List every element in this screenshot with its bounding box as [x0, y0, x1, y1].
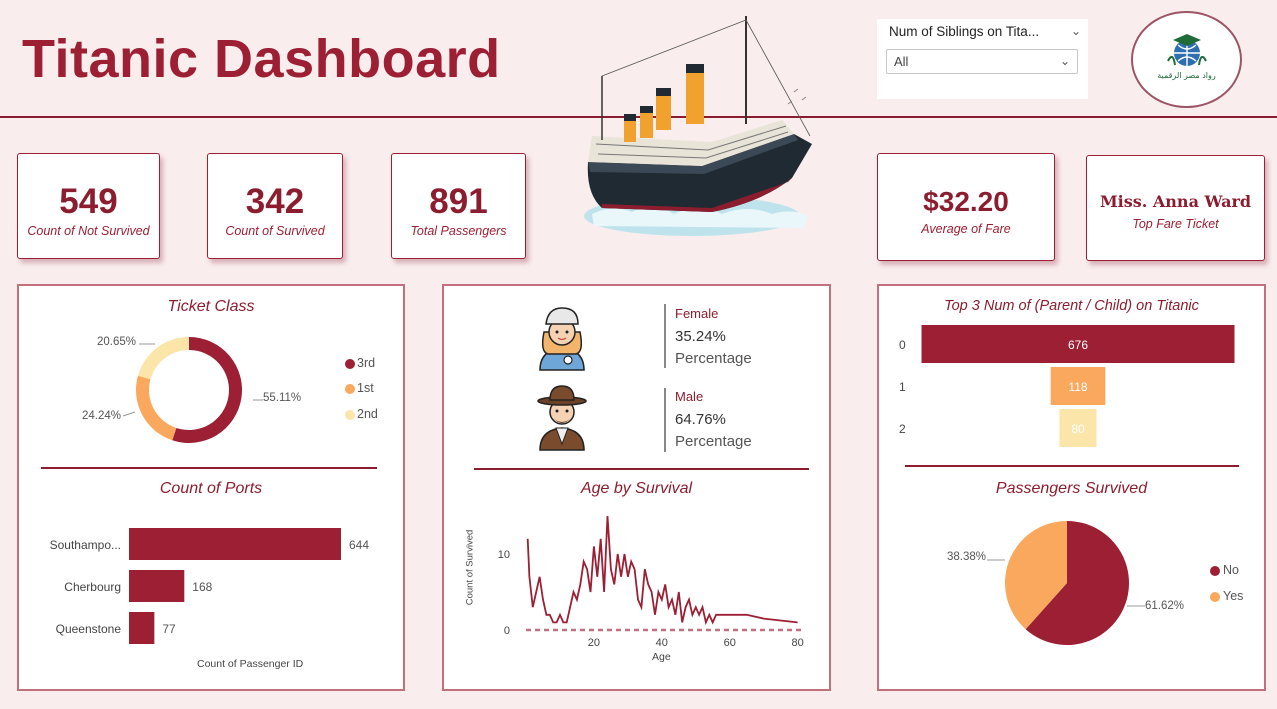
legend-label: 3rd: [357, 356, 376, 370]
kpi-value: 342: [245, 182, 305, 221]
logo-icon: [1167, 34, 1207, 66]
legend-label: 2nd: [357, 407, 378, 421]
kpi-label: Count of Not Survived: [27, 224, 150, 238]
port-value-label: 77: [162, 622, 176, 636]
slice-label: 61.62%: [1145, 600, 1185, 612]
panel-gender-age: Female 35.24% Percentage Male 64.76% Per…: [442, 284, 831, 691]
gender-divider: [664, 304, 666, 368]
age-x-axis-label: Age: [652, 651, 671, 663]
legend-label: 1st: [357, 381, 374, 395]
legend-dot: [345, 359, 355, 369]
slice-label: 55.11%: [263, 392, 302, 404]
port-bar: [129, 612, 155, 644]
kpi-label: Count of Survived: [225, 224, 325, 238]
age-survival-line-chart: 20 40 60 80 0 10: [498, 515, 804, 649]
parch-category-label: 2: [899, 422, 906, 436]
logo: رواد مصر الرقمية: [1131, 11, 1242, 108]
x-tick-label: 60: [724, 637, 736, 649]
kpi-label: Total Passengers: [410, 224, 507, 238]
male-label: Percentage: [675, 433, 752, 450]
x-tick-label: 40: [656, 637, 668, 649]
female-percent: 35.24%: [675, 328, 726, 345]
kpi-value: Miss. Anna Ward: [1099, 192, 1252, 211]
slice-leaders: [122, 343, 263, 417]
x-tick-label: 20: [588, 637, 600, 649]
age-y-axis-label: Count of Survived: [464, 529, 476, 606]
parch-value-label: 676: [1068, 338, 1088, 352]
parch-value-label: 118: [1068, 380, 1087, 394]
parch-category-label: 0: [899, 338, 906, 352]
port-bar: [129, 528, 341, 560]
legend-label: No: [1223, 563, 1239, 577]
ports-title: Count of Ports: [159, 480, 263, 497]
ship-illustration: [584, 16, 812, 236]
slice-label: 38.38%: [947, 551, 987, 563]
slicer-dropdown[interactable]: All ⌄: [886, 49, 1078, 74]
legend-dot: [345, 384, 355, 394]
kpi-value: 549: [59, 182, 118, 221]
kpi-total-passengers: 891 Total Passengers: [391, 153, 526, 259]
female-avatar-icon: [539, 307, 585, 371]
female-label: Percentage: [675, 350, 752, 367]
kpi-value: 891: [429, 182, 488, 221]
port-value-label: 168: [192, 580, 212, 594]
panel-separator: [905, 465, 1239, 467]
female-title: Female: [675, 306, 719, 321]
parch-bar-chart: 676 0 118 1 80 2: [899, 325, 1235, 447]
port-value-label: 644: [349, 538, 369, 552]
chevron-down-icon[interactable]: ⌄: [1060, 54, 1070, 68]
port-category-label: Cherbourg: [64, 580, 121, 594]
y-tick-label: 10: [498, 549, 510, 561]
kpi-not-survived: 549 Count of Not Survived: [17, 153, 160, 259]
slicer-label: Num of Siblings on Tita...: [889, 24, 1040, 39]
port-category-label: Southampo...: [50, 538, 121, 552]
logo-text: رواد مصر الرقمية: [1157, 71, 1216, 80]
legend-label: Yes: [1223, 589, 1244, 603]
dashboard-title: Titanic Dashboard: [22, 29, 501, 89]
kpi-average-fare: $32.20 Average of Fare: [877, 153, 1055, 261]
panel-class-ports: Ticket Class 55.11% 24.24% 20.65% 3rd 1s…: [17, 284, 405, 691]
port-bar: [129, 570, 185, 602]
slicer-header[interactable]: Num of Siblings on Tita... ⌄: [889, 24, 1081, 44]
legend-dot: [345, 410, 355, 420]
siblings-slicer[interactable]: Num of Siblings on Tita... ⌄ All ⌄: [877, 19, 1088, 99]
survival-line: [526, 515, 798, 626]
male-title: Male: [675, 389, 704, 404]
age-survival-title: Age by Survival: [580, 480, 693, 497]
ticket-class-title: Ticket Class: [167, 298, 255, 315]
legend-dot: [1210, 566, 1220, 576]
kpi-label: Average of Fare: [921, 222, 1011, 236]
x-tick-label: 80: [791, 637, 803, 649]
parch-title: Top 3 Num of (Parent / Child) on Titanic: [944, 298, 1199, 314]
panel-separator: [41, 467, 377, 469]
slice-leaders: [987, 559, 1145, 607]
male-percent: 64.76%: [675, 411, 726, 428]
y-tick-label: 0: [504, 625, 510, 637]
chevron-down-icon[interactable]: ⌄: [1071, 24, 1081, 38]
panel-parch-survived: Top 3 Num of (Parent / Child) on Titanic…: [877, 284, 1266, 691]
kpi-top-fare: Miss. Anna Ward Top Fare Ticket: [1086, 155, 1265, 261]
ports-x-axis-label: Count of Passenger ID: [197, 658, 304, 670]
kpi-survived: 342 Count of Survived: [207, 153, 343, 259]
port-category-label: Queenstone: [56, 622, 122, 636]
kpi-value: $32.20: [923, 186, 1009, 217]
parch-value-label: 80: [1071, 422, 1085, 436]
male-avatar-icon: [537, 385, 587, 451]
legend-dot: [1210, 592, 1220, 602]
slicer-value: All: [894, 54, 909, 69]
gender-divider: [664, 388, 666, 452]
survived-pie-title: Passengers Survived: [995, 480, 1148, 497]
panel-separator: [474, 468, 809, 470]
parch-category-label: 1: [899, 380, 906, 394]
kpi-label: Top Fare Ticket: [1132, 217, 1219, 231]
